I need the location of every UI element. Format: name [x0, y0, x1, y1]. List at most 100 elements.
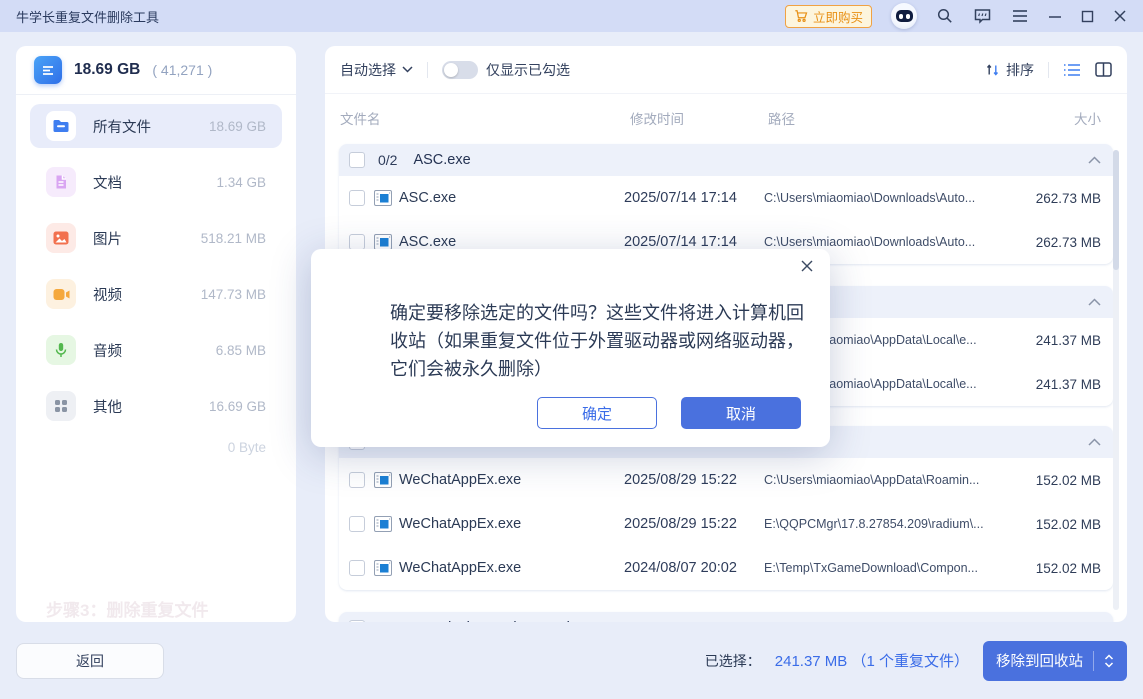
group-header[interactable]: 0/2 ASC.exe: [339, 144, 1113, 176]
video-icon: [46, 279, 76, 309]
duplicate-group: 0/2 ASC.exe ASC.exe 2025/07/14 17:14 C:\…: [339, 144, 1113, 264]
column-size: 大小: [1074, 108, 1101, 128]
file-name: WeChatAppEx.exe: [399, 560, 624, 576]
remove-label: 移除到回收站: [996, 650, 1083, 671]
sidebar-item-videos[interactable]: 视频 147.73 MB: [30, 272, 282, 316]
menu-icon[interactable]: [1011, 9, 1029, 23]
group-title: ASC.exe: [413, 152, 470, 168]
file-path: C:\Users\miaomiao\Downloads\Auto...: [764, 191, 1009, 205]
scrollbar-thumb[interactable]: [1113, 150, 1119, 270]
feedback-icon[interactable]: [973, 7, 992, 25]
file-name: WeChatAppEx.exe: [399, 516, 624, 532]
divider: [427, 62, 428, 78]
file-row[interactable]: WeChatAppEx.exe 2024/08/07 20:02 E:\Temp…: [339, 546, 1113, 590]
back-button[interactable]: 返回: [16, 643, 164, 679]
row-checkbox[interactable]: [349, 234, 365, 250]
exe-file-icon: [373, 470, 393, 490]
titlebar-actions: 立即购买: [785, 3, 1143, 29]
sidebar-item-documents[interactable]: 文档 1.34 GB: [30, 160, 282, 204]
file-row[interactable]: WeChatAppEx.exe 2025/08/29 15:22 E:\QQPC…: [339, 502, 1113, 546]
buy-now-label: 立即购买: [813, 7, 863, 26]
sidebar-item-size: 1.34 GB: [216, 175, 266, 190]
file-row[interactable]: ASC.exe 2025/07/14 17:14 C:\Users\miaomi…: [339, 176, 1113, 220]
chevron-up-icon[interactable]: [1088, 298, 1101, 306]
cart-icon: [794, 9, 808, 23]
sidebar-item-label: 音频: [93, 340, 122, 361]
sort-button[interactable]: 排序: [986, 60, 1034, 80]
close-button[interactable]: [1113, 9, 1127, 23]
folder-icon: [46, 111, 76, 141]
file-row[interactable]: WeChatAppEx.exe 2025/08/29 15:22 C:\User…: [339, 458, 1113, 502]
sidebar-item-size: 16.69 GB: [209, 399, 266, 414]
group-header[interactable]: 0/2 Autodesk Genuine Service...: [339, 612, 1113, 622]
cancel-button[interactable]: 取消: [681, 397, 801, 429]
file-size: 152.02 MB: [1009, 561, 1101, 576]
show-checked-only-label: 仅显示已勾选: [486, 60, 570, 80]
show-checked-only-toggle[interactable]: [442, 61, 478, 79]
file-path: C:\Users\miaomiao\Downloads\Auto...: [764, 235, 1009, 249]
duplicate-group: 0/2 Autodesk Genuine Service...: [339, 612, 1113, 622]
exe-file-icon: [373, 188, 393, 208]
auto-select-label: 自动选择: [340, 60, 396, 80]
assistant-robot-icon[interactable]: [891, 3, 917, 29]
sidebar-item-label: 所有文件: [93, 116, 151, 137]
selected-label: 已选择：: [705, 651, 761, 671]
table-column-headers: 文件名 修改时间 路径 大小: [325, 94, 1127, 138]
sort-label: 排序: [1006, 60, 1034, 80]
file-size: 152.02 MB: [1009, 473, 1101, 488]
chevron-up-icon[interactable]: [1088, 438, 1101, 446]
file-size: 241.37 MB: [1009, 377, 1101, 392]
group-checkbox[interactable]: [349, 152, 365, 168]
sidebar-item-size: 518.21 MB: [201, 231, 266, 246]
sidebar-item-size: 6.85 MB: [216, 343, 266, 358]
app-title: 牛学长重复文件删除工具: [16, 7, 159, 26]
dialog-close-icon[interactable]: [800, 259, 814, 273]
confirm-delete-dialog: 确定要移除选定的文件吗？这些文件将进入计算机回收站（如果重复文件位于外置驱动器或…: [311, 249, 830, 447]
sidebar-item-empty-size: 0 Byte: [30, 440, 266, 464]
confirm-button[interactable]: 确定: [537, 397, 657, 429]
scan-summary: 18.69 GB ( 41,271 ): [16, 46, 296, 94]
file-name: WeChatAppEx.exe: [399, 472, 624, 488]
microphone-icon: [46, 335, 76, 365]
grid-icon: [46, 391, 76, 421]
file-path: E:\Temp\TxGameDownload\Compon...: [764, 561, 1009, 575]
maximize-button[interactable]: [1081, 10, 1094, 23]
summary-file-icon: [34, 56, 62, 84]
chevron-up-down-icon: [1104, 654, 1114, 668]
search-icon[interactable]: [936, 7, 954, 25]
ghost-step-heading: 步骤3：删除重复文件: [46, 596, 208, 621]
file-time: 2025/08/29 15:22: [624, 472, 764, 488]
row-checkbox[interactable]: [349, 190, 365, 206]
file-time: 2024/08/07 20:02: [624, 560, 764, 576]
footer-bar: 返回 已选择： 241.37 MB （1 个重复文件） 移除到回收站: [0, 622, 1143, 699]
selected-size: 241.37 MB （1 个重复文件）: [775, 650, 969, 671]
titlebar: 牛学长重复文件删除工具 立即购买: [0, 0, 1143, 32]
sidebar-item-other[interactable]: 其他 16.69 GB: [30, 384, 282, 428]
column-view-icon[interactable]: [1095, 62, 1112, 77]
sidebar-item-all-files[interactable]: 所有文件 18.69 GB: [30, 104, 282, 148]
exe-file-icon: [373, 558, 393, 578]
auto-select-dropdown[interactable]: 自动选择: [340, 60, 413, 80]
duplicate-group: WeChatAppEx.exe 2025/08/29 15:22 C:\User…: [339, 426, 1113, 590]
sidebar-item-images[interactable]: 图片 518.21 MB: [30, 216, 282, 260]
file-name: ASC.exe: [399, 234, 624, 250]
image-icon: [46, 223, 76, 253]
buy-now-button[interactable]: 立即购买: [785, 5, 872, 28]
sidebar-item-label: 文档: [93, 172, 122, 193]
file-time: 2025/07/14 17:14: [624, 234, 764, 250]
file-size: 152.02 MB: [1009, 517, 1101, 532]
sidebar-item-audio[interactable]: 音频 6.85 MB: [30, 328, 282, 372]
file-name: ASC.exe: [399, 190, 624, 206]
chevron-up-icon[interactable]: [1088, 156, 1101, 164]
minimize-button[interactable]: [1048, 9, 1062, 23]
dialog-message: 确定要移除选定的文件吗？这些文件将进入计算机回收站（如果重复文件位于外置驱动器或…: [390, 299, 812, 383]
row-checkbox[interactable]: [349, 472, 365, 488]
column-modified-time: 修改时间: [630, 108, 684, 128]
row-checkbox[interactable]: [349, 560, 365, 576]
row-checkbox[interactable]: [349, 516, 365, 532]
sidebar-item-label: 视频: [93, 284, 122, 305]
remove-to-recycle-button[interactable]: 移除到回收站: [983, 641, 1127, 681]
list-view-icon[interactable]: [1063, 63, 1081, 77]
column-path: 路径: [768, 108, 795, 128]
sort-icon: [986, 63, 1000, 77]
